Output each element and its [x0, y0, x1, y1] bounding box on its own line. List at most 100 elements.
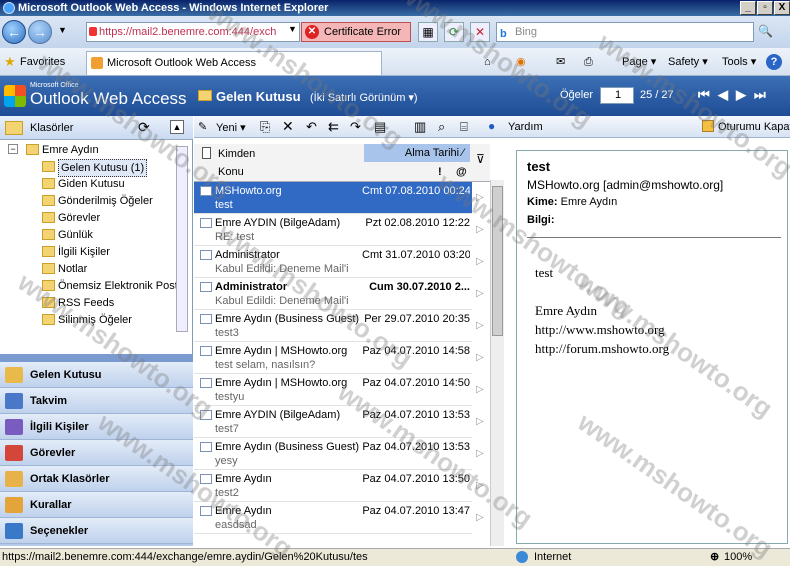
- message-row[interactable]: Emre Aydın Paz 04.07.2010 13:50 test2: [194, 470, 472, 502]
- attachment-column[interactable]: @: [456, 166, 467, 178]
- nav-button[interactable]: Seçenekler: [0, 518, 193, 544]
- list-scrollbar[interactable]: [490, 180, 504, 546]
- zoom-level[interactable]: 100%: [724, 549, 752, 565]
- envelope-icon: [200, 282, 212, 292]
- from-column[interactable]: Kimden: [218, 148, 255, 160]
- mail-icon[interactable]: ✉: [556, 54, 565, 70]
- book-icon[interactable]: ⌸: [460, 119, 468, 135]
- move-icon[interactable]: ⎘: [260, 119, 270, 135]
- reader-to[interactable]: Emre Aydın: [561, 196, 618, 208]
- help-icon[interactable]: ?: [766, 54, 782, 70]
- message-row[interactable]: Emre Aydın | MSHowto.org Paz 04.07.2010 1…: [194, 374, 472, 406]
- collapse-pane-icon[interactable]: ▲: [170, 120, 184, 134]
- print-icon[interactable]: ⎙: [584, 54, 593, 70]
- flag-icon[interactable]: ▷: [476, 352, 484, 363]
- flag-icon[interactable]: ▷: [476, 224, 484, 235]
- nav-button[interactable]: Takvim: [0, 388, 193, 414]
- address-book-icon[interactable]: ▥: [414, 119, 426, 135]
- reader-from[interactable]: MSHowto.org [admin@mshowto.org]: [527, 178, 723, 192]
- folder-item[interactable]: Önemsiz Elektronik Posta: [58, 278, 184, 294]
- new-button[interactable]: Yeni ▾: [216, 121, 246, 134]
- minimize-button[interactable]: _: [740, 1, 756, 15]
- filter-icon[interactable]: ⊽: [476, 152, 485, 166]
- nav-button[interactable]: Ortak Klasörler: [0, 466, 193, 492]
- reply-all-icon[interactable]: ⇇: [328, 119, 339, 135]
- forward-icon[interactable]: →: [28, 20, 52, 44]
- flag-icon[interactable]: ▷: [476, 512, 484, 523]
- flag-icon[interactable]: ▷: [476, 192, 484, 203]
- history-dropdown-icon[interactable]: ▼: [58, 25, 67, 35]
- tree-expander[interactable]: −: [8, 144, 18, 154]
- folder-item[interactable]: Görevler: [58, 210, 100, 226]
- folder-item[interactable]: Gelen Kutusu (1): [58, 159, 148, 177]
- page-input[interactable]: 1: [600, 87, 634, 104]
- folder-item[interactable]: Günlük: [58, 227, 93, 243]
- close-button[interactable]: X: [774, 1, 790, 15]
- nav-button[interactable]: İlgili Kişiler: [0, 414, 193, 440]
- body-line: test: [535, 265, 554, 280]
- back-icon[interactable]: ←: [2, 20, 26, 44]
- reply-icon[interactable]: ↶: [306, 119, 317, 135]
- flag-icon[interactable]: ▷: [476, 256, 484, 267]
- search-icon[interactable]: 🔍: [758, 24, 773, 38]
- flag-icon[interactable]: ▷: [476, 416, 484, 427]
- importance-column[interactable]: !: [438, 166, 442, 178]
- home-icon[interactable]: ⌂: [484, 54, 491, 70]
- flag-icon[interactable]: ▷: [476, 448, 484, 459]
- safety-menu[interactable]: Safety ▾: [668, 54, 708, 70]
- flag-icon[interactable]: ▷: [476, 288, 484, 299]
- stop-icon[interactable]: ✕: [470, 22, 490, 42]
- search-input[interactable]: b Bing: [496, 22, 754, 42]
- date-column[interactable]: Alma Tarihi ⁄: [364, 144, 470, 162]
- next-page-button[interactable]: ▶: [736, 87, 746, 103]
- folder-item[interactable]: RSS Feeds: [58, 295, 114, 311]
- folder-item[interactable]: Giden Kutusu: [58, 176, 125, 192]
- help-button[interactable]: Yardım: [508, 121, 543, 133]
- message-row[interactable]: Emre Aydın | MSHowto.org Paz 04.07.2010 1…: [194, 342, 472, 374]
- folder-item[interactable]: Notlar: [58, 261, 87, 277]
- restore-button[interactable]: ▫: [757, 1, 773, 15]
- last-page-button[interactable]: ⏭: [754, 87, 766, 103]
- refresh-icon[interactable]: ⟳: [444, 22, 464, 42]
- view-options-icon[interactable]: ▤: [374, 119, 386, 135]
- page-menu[interactable]: Page ▾: [622, 54, 656, 70]
- message-row[interactable]: Emre AYDIN (BilgeAdam) Pzt 02.08.2010 12:…: [194, 214, 472, 246]
- delete-icon[interactable]: ✕: [282, 118, 294, 135]
- message-row[interactable]: MSHowto.org Cmt 07.08.2010 00:24 test: [194, 182, 472, 214]
- folder-item[interactable]: Silinmiş Öğeler: [58, 312, 132, 328]
- view-selector[interactable]: (İki Satırlı Görünüm ▾): [310, 91, 418, 104]
- find-icon[interactable]: ⌕: [438, 119, 445, 135]
- first-page-button[interactable]: ⏮: [698, 87, 710, 103]
- message-row[interactable]: Emre Aydın (Business Guest) Per 29.07.201…: [194, 310, 472, 342]
- message-row[interactable]: Emre AYDIN (BilgeAdam) Paz 04.07.2010 13:…: [194, 406, 472, 438]
- previous-page-button[interactable]: ◀: [718, 87, 728, 103]
- tools-menu[interactable]: Tools ▾: [722, 54, 756, 70]
- favorites-button[interactable]: Favorites: [20, 56, 65, 68]
- nav-button[interactable]: Gelen Kutusu: [0, 362, 193, 388]
- subject-column[interactable]: Konu: [218, 166, 244, 178]
- signout-button[interactable]: Oturumu Kapat: [718, 121, 790, 133]
- nav-button[interactable]: Görevler: [0, 440, 193, 466]
- feeds-icon[interactable]: ◉: [516, 54, 526, 70]
- address-field[interactable]: https://mail2.benemre.com:444/exch: [86, 22, 300, 42]
- compatibility-icon[interactable]: ▦: [418, 22, 438, 42]
- message-row[interactable]: Administrator Cum 30.07.2010 2... Kabul Ed…: [194, 278, 472, 310]
- nav-button[interactable]: Kurallar: [0, 492, 193, 518]
- certificate-error-button[interactable]: ✕ Certificate Error: [301, 22, 411, 42]
- folder-item[interactable]: Gönderilmiş Öğeler: [58, 193, 153, 209]
- forward-mail-icon[interactable]: ↷: [350, 119, 361, 135]
- refresh-folders-icon[interactable]: ⟳: [138, 119, 150, 136]
- browser-tab[interactable]: Microsoft Outlook Web Access: [86, 51, 382, 75]
- message-row[interactable]: Emre Aydın Paz 04.07.2010 13:47 easdsad: [194, 502, 472, 534]
- message-row[interactable]: Emre Aydın (Business Guest) Paz 04.07.201…: [194, 438, 472, 470]
- pane-splitter[interactable]: [0, 354, 193, 362]
- address-dropdown-icon[interactable]: ▼: [288, 24, 297, 34]
- tree-scrollbar[interactable]: [176, 146, 188, 332]
- scroll-thumb[interactable]: [492, 186, 503, 336]
- folder-item[interactable]: Emre Aydın: [42, 142, 99, 158]
- flag-icon[interactable]: ▷: [476, 384, 484, 395]
- folder-item[interactable]: İlgili Kişiler: [58, 244, 110, 260]
- message-row[interactable]: Administrator Cmt 31.07.2010 03:20 Kabul E…: [194, 246, 472, 278]
- flag-icon[interactable]: ▷: [476, 320, 484, 331]
- flag-icon[interactable]: ▷: [476, 480, 484, 491]
